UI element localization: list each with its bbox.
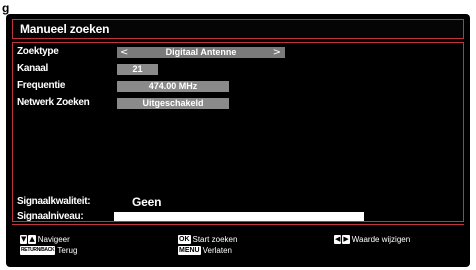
search-type-value: Digitaal Antenne <box>165 47 237 57</box>
network-search-value: Uitgeschakeld <box>142 98 204 108</box>
ok-key-icon: OK <box>178 234 191 244</box>
footer-exit-label: Verlaten <box>202 245 232 255</box>
return-back-key-icon: RETURN/BACK <box>20 245 56 255</box>
footer-change-label: Waarde wijzigen <box>351 234 411 244</box>
menu-key-icon: MENU <box>178 245 201 255</box>
page-title: Manueel zoeken <box>20 22 110 36</box>
frequency-value: 474.00 MHz <box>148 81 198 91</box>
footer-divider <box>12 224 464 225</box>
signal-quality-value: Geen <box>132 195 162 209</box>
footer-navigate: ▼ ▲ Navigeer <box>20 234 70 244</box>
arrow-down-key-icon: ▼ <box>20 234 28 244</box>
footer-exit: MENU Verlaten <box>178 245 232 255</box>
channel-field[interactable]: 21 <box>117 64 158 75</box>
channel-label: Kanaal <box>17 63 48 74</box>
top-strip: g <box>0 0 476 15</box>
chevron-left-icon[interactable]: < <box>120 47 128 58</box>
footer-back: RETURN/BACK Terug <box>20 245 77 255</box>
footer-navigate-label: Navigeer <box>37 234 70 244</box>
frequency-field[interactable]: 474.00 MHz <box>117 81 229 92</box>
footer-start-label: Start zoeken <box>192 234 238 244</box>
footer-change-value: ◀ ▶ Waarde wijzigen <box>334 234 410 244</box>
title-bar: Manueel zoeken <box>12 19 464 39</box>
arrow-left-key-icon: ◀ <box>334 234 342 244</box>
settings-panel <box>12 42 464 222</box>
footer-back-label: Terug <box>57 245 78 255</box>
page-letter-glyph: g <box>2 1 10 15</box>
channel-value: 21 <box>132 64 143 74</box>
network-search-label: Netwerk Zoeken <box>17 97 90 108</box>
search-type-selector[interactable]: < Digitaal Antenne > <box>117 47 285 58</box>
network-search-field[interactable]: Uitgeschakeld <box>117 98 229 109</box>
arrow-up-key-icon: ▲ <box>28 234 36 244</box>
frequency-label: Frequentie <box>17 80 66 91</box>
signal-level-bar <box>114 212 364 221</box>
chevron-right-icon[interactable]: > <box>273 47 281 58</box>
signal-level-label: Signaalniveau: <box>17 211 84 222</box>
footer-start: OK Start zoeken <box>178 234 237 244</box>
arrow-right-key-icon: ▶ <box>342 234 350 244</box>
signal-quality-label: Signaalkwaliteit: <box>17 196 91 207</box>
search-type-label: Zoektype <box>17 46 59 57</box>
